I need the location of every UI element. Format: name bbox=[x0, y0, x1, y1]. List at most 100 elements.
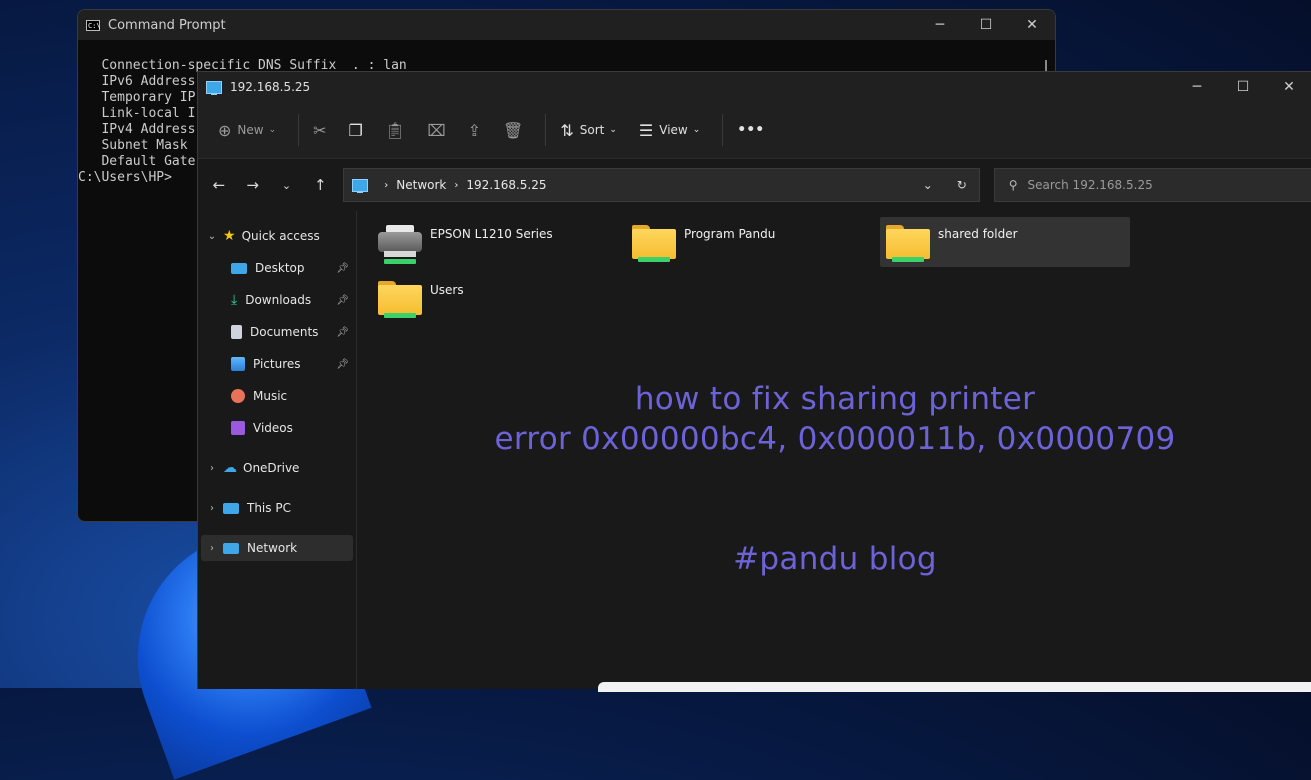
minimize-icon[interactable]: ─ bbox=[1174, 79, 1220, 95]
file-name: Users bbox=[430, 283, 464, 297]
overlay-blog-tag: #pandu blog bbox=[733, 541, 937, 577]
pin-icon: 📌︎ bbox=[336, 262, 349, 274]
sidebar-label: Network bbox=[247, 541, 298, 555]
address-history-chevron-icon[interactable]: ⌄ bbox=[911, 178, 945, 192]
close-icon[interactable]: ✕ bbox=[1009, 17, 1055, 33]
navigation-pane: ⌄ ★ Quick access Desktop 📌︎ ⤓ Downloads … bbox=[198, 211, 357, 689]
chevron-down-icon: ⌄ bbox=[692, 125, 701, 135]
pin-icon: 📌︎ bbox=[336, 294, 349, 306]
search-placeholder: Search 192.168.5.25 bbox=[1027, 178, 1153, 192]
explorer-title-bar[interactable]: 192.168.5.25 ─ ☐ ✕ bbox=[198, 72, 1311, 102]
file-item-folder-selected[interactable]: shared folder bbox=[880, 217, 1130, 267]
sidebar-item-quick-access[interactable]: ⌄ ★ Quick access bbox=[201, 223, 353, 249]
share-button[interactable]: ⇪ bbox=[468, 121, 481, 140]
refresh-icon[interactable]: ↻ bbox=[945, 178, 979, 192]
monitor-icon bbox=[223, 502, 239, 514]
new-label: New bbox=[237, 123, 264, 137]
explorer-window-title: 192.168.5.25 bbox=[230, 80, 311, 94]
sidebar-label: Videos bbox=[253, 421, 293, 435]
cmd-window-title: Command Prompt bbox=[108, 17, 226, 33]
up-arrow-icon[interactable]: ↑ bbox=[303, 176, 337, 194]
address-bar[interactable]: › Network › 192.168.5.25 ⌄ ↻ bbox=[343, 168, 980, 202]
share-icon: ⇪ bbox=[467, 120, 482, 140]
sidebar-item-music[interactable]: Music bbox=[201, 383, 353, 409]
sidebar-item-network[interactable]: › Network bbox=[201, 535, 353, 561]
sidebar-label: Pictures bbox=[253, 357, 301, 371]
view-list-icon: ☰ bbox=[638, 120, 654, 140]
video-icon bbox=[231, 421, 245, 435]
command-bar: ⊕ New ⌄ ✂ ❐ 📋︎ ⌧ ⇪ 🗑︎ ⇅ Sort ⌄ ☰ View ⌄ … bbox=[198, 102, 1311, 159]
plus-circle-icon: ⊕ bbox=[218, 120, 232, 140]
cmd-title-bar[interactable]: C:\ Command Prompt ─ ☐ ✕ bbox=[78, 10, 1055, 40]
chevron-right-icon[interactable]: › bbox=[201, 463, 223, 474]
more-options-button[interactable]: ••• bbox=[737, 122, 764, 138]
chevron-right-icon[interactable]: › bbox=[201, 503, 223, 514]
forward-arrow-icon[interactable]: → bbox=[236, 176, 270, 194]
chevron-down-icon[interactable]: ⌄ bbox=[201, 231, 223, 242]
document-icon bbox=[231, 325, 242, 339]
cmd-app-icon: C:\ bbox=[86, 19, 101, 31]
rename-button[interactable]: ⌧ bbox=[427, 121, 445, 140]
desktop-icon bbox=[231, 262, 247, 274]
file-name: shared folder bbox=[938, 227, 1018, 241]
breadcrumb-network[interactable]: Network bbox=[396, 178, 446, 192]
paste-button[interactable]: 📋︎ bbox=[385, 121, 405, 140]
close-icon[interactable]: ✕ bbox=[1266, 79, 1311, 95]
breadcrumb-host[interactable]: 192.168.5.25 bbox=[466, 178, 546, 192]
copy-button[interactable]: ❐ bbox=[349, 121, 363, 140]
more-options-icon: ••• bbox=[737, 122, 765, 138]
search-input[interactable]: ⚲ Search 192.168.5.25 bbox=[993, 168, 1311, 202]
chevron-down-icon: ⌄ bbox=[609, 125, 617, 135]
overlay-error-codes: error 0x00000bc4, 0x000011b, 0x0000709 bbox=[494, 421, 1176, 457]
network-computer-icon bbox=[206, 80, 222, 95]
printer-icon bbox=[378, 223, 422, 264]
maximize-icon[interactable]: ☐ bbox=[1220, 79, 1266, 95]
sort-button[interactable]: ⇅ Sort ⌄ bbox=[560, 121, 617, 140]
maximize-icon[interactable]: ☐ bbox=[963, 17, 1009, 33]
shared-folder-icon bbox=[378, 279, 422, 319]
sidebar-item-downloads[interactable]: ⤓ Downloads 📌︎ bbox=[201, 287, 353, 313]
cloud-icon: ☁ bbox=[223, 460, 237, 476]
sidebar-item-videos[interactable]: Videos bbox=[201, 415, 353, 441]
toolbar-divider bbox=[545, 114, 547, 146]
file-item-printer[interactable]: EPSON L1210 Series bbox=[378, 217, 626, 267]
trash-icon: 🗑︎ bbox=[503, 120, 524, 140]
shared-folder-icon bbox=[886, 223, 930, 263]
sidebar-label: This PC bbox=[247, 501, 291, 515]
file-item-folder[interactable]: Users bbox=[378, 273, 626, 323]
download-arrow-icon: ⤓ bbox=[231, 292, 238, 308]
sort-arrows-icon: ⇅ bbox=[560, 120, 574, 140]
sidebar-item-desktop[interactable]: Desktop 📌︎ bbox=[201, 255, 353, 281]
recent-locations-chevron-icon[interactable]: ⌄ bbox=[270, 179, 304, 192]
network-icon bbox=[223, 542, 239, 554]
file-explorer-window[interactable]: 192.168.5.25 ─ ☐ ✕ ⊕ New ⌄ ✂ ❐ 📋︎ ⌧ ⇪ 🗑︎… bbox=[197, 71, 1311, 689]
sidebar-label: Quick access bbox=[241, 229, 320, 243]
view-button[interactable]: ☰ View ⌄ bbox=[639, 121, 700, 140]
chevron-down-icon: ⌄ bbox=[268, 125, 277, 135]
picture-icon bbox=[231, 357, 245, 371]
network-computer-icon bbox=[352, 178, 369, 193]
sidebar-item-pictures[interactable]: Pictures 📌︎ bbox=[201, 351, 353, 377]
back-arrow-icon[interactable]: ← bbox=[202, 176, 236, 194]
sidebar-item-this-pc[interactable]: › This PC bbox=[201, 495, 353, 521]
breadcrumb-chevron-icon: › bbox=[454, 179, 459, 191]
bottom-popup-edge bbox=[598, 682, 1311, 692]
search-icon: ⚲ bbox=[1008, 178, 1018, 192]
new-button[interactable]: ⊕ New ⌄ bbox=[218, 121, 276, 140]
sidebar-item-onedrive[interactable]: › ☁ OneDrive bbox=[201, 455, 353, 481]
sidebar-label: Music bbox=[253, 389, 288, 403]
file-name: EPSON L1210 Series bbox=[430, 227, 553, 241]
shared-folder-icon bbox=[632, 223, 676, 263]
file-item-folder[interactable]: Program Pandu bbox=[632, 217, 880, 267]
chevron-right-icon[interactable]: › bbox=[201, 543, 223, 554]
pin-icon: 📌︎ bbox=[336, 358, 349, 370]
delete-button[interactable]: 🗑︎ bbox=[503, 121, 523, 140]
cut-button[interactable]: ✂ bbox=[313, 121, 326, 140]
view-label: View bbox=[659, 123, 688, 137]
sidebar-item-documents[interactable]: Documents 📌︎ bbox=[201, 319, 353, 345]
file-name: Program Pandu bbox=[684, 227, 776, 241]
copy-icon: ❐ bbox=[348, 120, 363, 140]
file-list: EPSON L1210 Series Program Pandu shared … bbox=[358, 211, 1311, 689]
minimize-icon[interactable]: ─ bbox=[917, 17, 963, 33]
sort-label: Sort bbox=[579, 123, 605, 137]
